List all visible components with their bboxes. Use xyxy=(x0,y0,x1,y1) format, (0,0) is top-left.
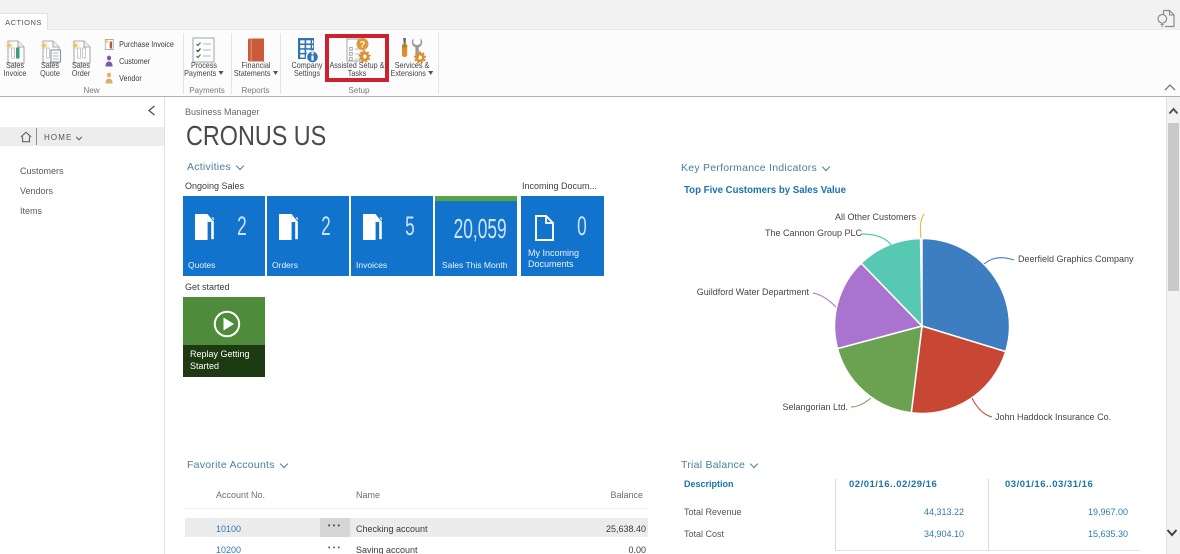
svg-text:?: ? xyxy=(360,40,366,51)
